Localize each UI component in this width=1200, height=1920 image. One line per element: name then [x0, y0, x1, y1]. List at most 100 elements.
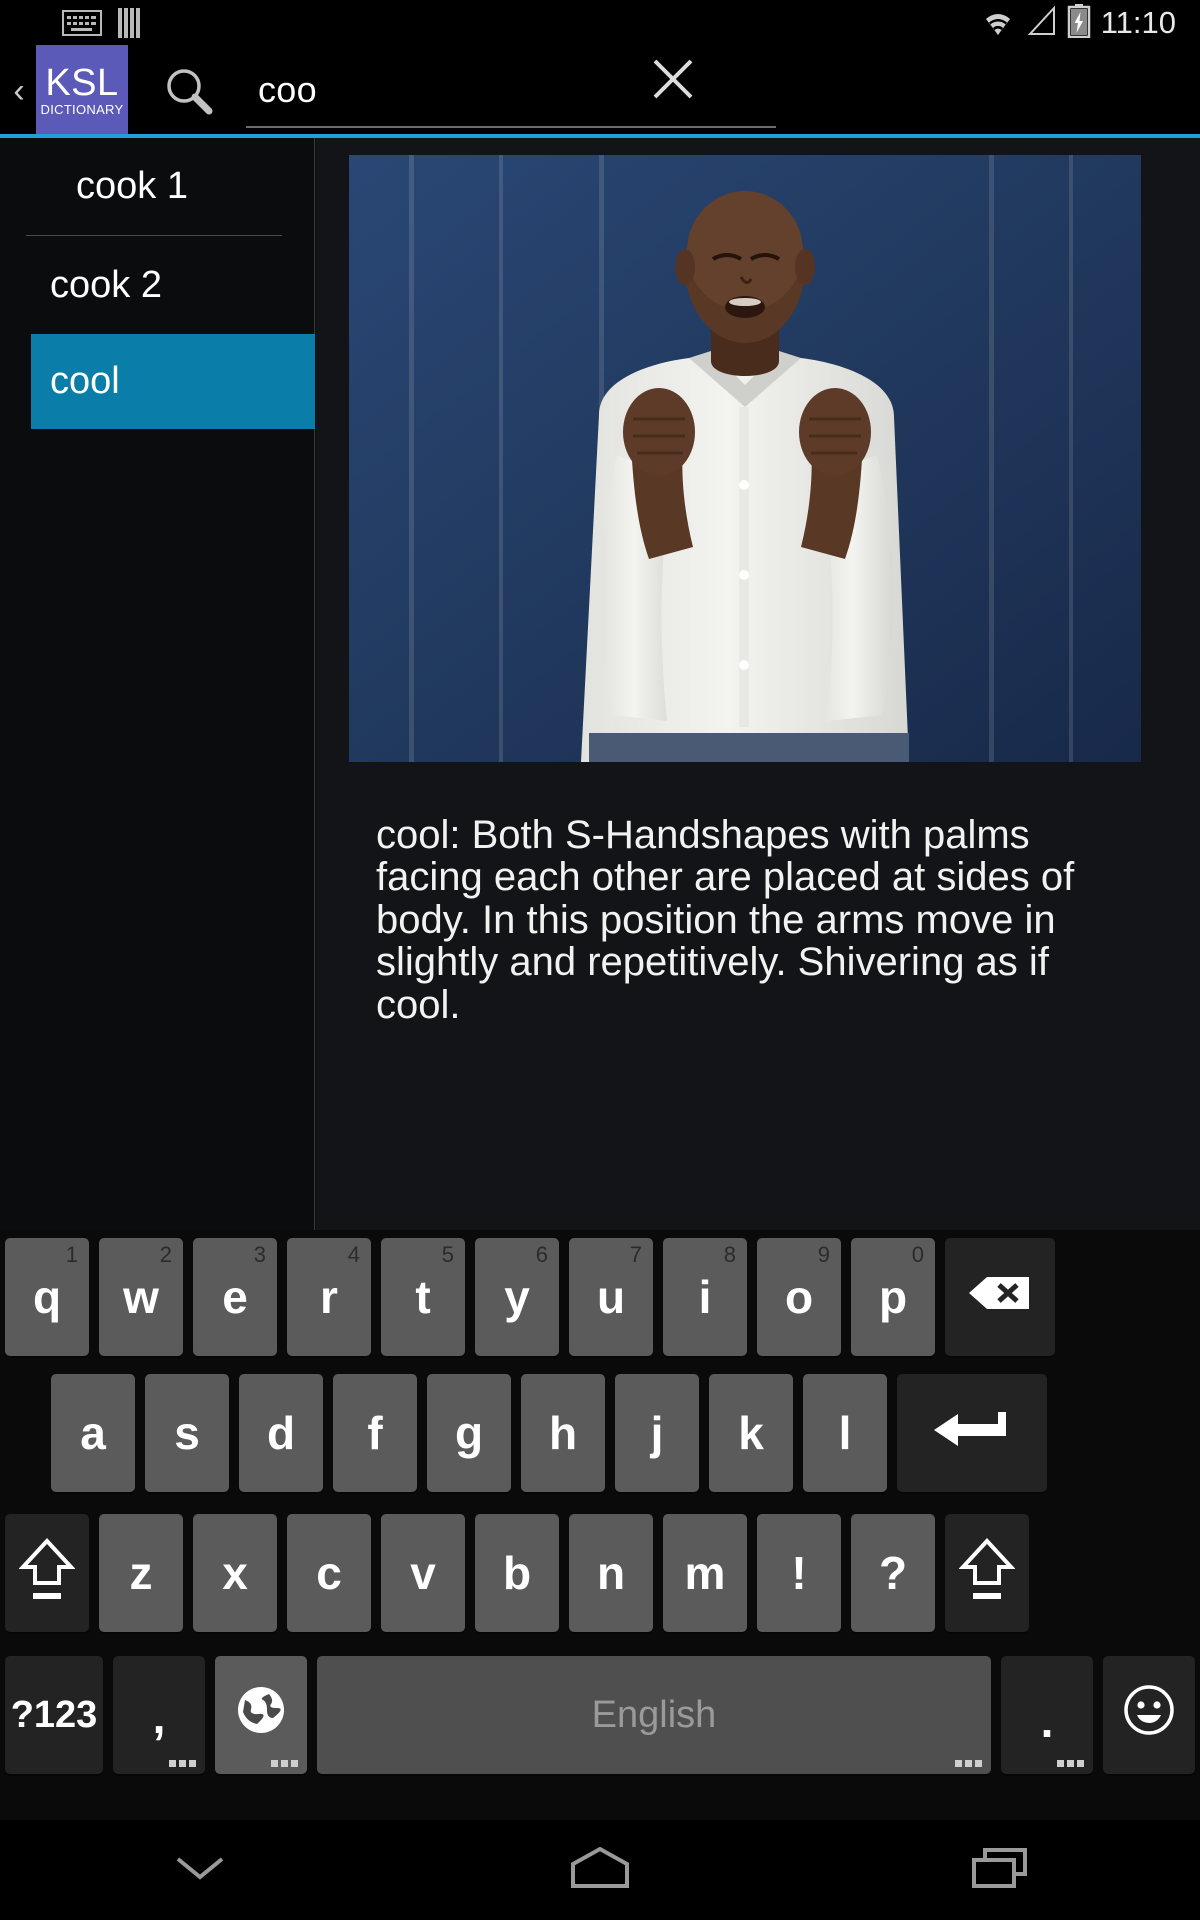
nav-hide-keyboard-button[interactable]: [115, 1820, 285, 1920]
main-content: cook 1 cook 2 cool cool: Both S-Handshap…: [0, 138, 1200, 1230]
key-y[interactable]: 6 y: [475, 1238, 559, 1356]
key-emoji[interactable]: [1103, 1656, 1195, 1774]
key-label: f: [367, 1407, 383, 1459]
home-icon: [569, 1846, 631, 1895]
signal-bars-icon: [118, 8, 140, 38]
key-z[interactable]: z: [99, 1514, 183, 1632]
key-number-label: 5: [441, 1242, 454, 1267]
status-bar-right-icons: 11:10: [979, 3, 1176, 43]
sign-language-video-frame: [349, 155, 1141, 762]
key-p[interactable]: 0 p: [851, 1238, 935, 1356]
sign-description: cool: Both S-Handshapes with palms facin…: [376, 813, 1075, 1027]
key-s[interactable]: s: [145, 1374, 229, 1492]
key-period[interactable]: .: [1001, 1656, 1093, 1774]
close-icon[interactable]: [646, 52, 700, 106]
key-shift-right[interactable]: [945, 1514, 1029, 1632]
key-k[interactable]: k: [709, 1374, 793, 1492]
sign-video-player[interactable]: [349, 155, 1141, 762]
key-label: p: [878, 1271, 908, 1323]
key-q[interactable]: 1 q: [5, 1238, 89, 1356]
key-f[interactable]: f: [333, 1374, 417, 1492]
key-label: !: [791, 1547, 807, 1599]
key-label: t: [415, 1271, 431, 1323]
list-item[interactable]: cook 2: [0, 236, 314, 334]
keyboard-row-2: a s d f g h j k l: [0, 1370, 1200, 1510]
key-label: y: [504, 1271, 530, 1323]
detail-pane: cool: Both S-Handshapes with palms facin…: [316, 138, 1200, 1230]
key-b[interactable]: b: [475, 1514, 559, 1632]
key-label: n: [596, 1547, 626, 1599]
hide-keyboard-chevron-icon: [172, 1851, 228, 1890]
key-label: ?123: [10, 1693, 98, 1736]
long-press-dots: [169, 1760, 196, 1767]
key-comma[interactable]: ,: [113, 1656, 205, 1774]
emoji-icon: [1121, 1682, 1177, 1749]
key-h[interactable]: h: [521, 1374, 605, 1492]
key-shift-left[interactable]: [5, 1514, 89, 1632]
system-navigation-bar: [0, 1820, 1200, 1920]
key-v[interactable]: v: [381, 1514, 465, 1632]
nav-recents-button[interactable]: [915, 1820, 1085, 1920]
search-icon[interactable]: [164, 66, 214, 116]
key-j[interactable]: j: [615, 1374, 699, 1492]
key-m[interactable]: m: [663, 1514, 747, 1632]
key-backspace[interactable]: [945, 1238, 1055, 1356]
key-question[interactable]: ?: [851, 1514, 935, 1632]
long-press-dots: [1057, 1760, 1084, 1767]
key-label: e: [222, 1271, 248, 1323]
key-r[interactable]: 4 r: [287, 1238, 371, 1356]
key-label: d: [266, 1407, 296, 1459]
key-label: l: [838, 1407, 852, 1459]
search-input-value: coo: [258, 69, 317, 110]
key-label: c: [316, 1547, 342, 1599]
on-screen-keyboard: 1 q 2 w 3 e 4 r 5 t 6 y 7 u 8 i 9 o 0 p …: [0, 1230, 1200, 1820]
key-o[interactable]: 9 o: [757, 1238, 841, 1356]
key-label: u: [596, 1271, 626, 1323]
key-language[interactable]: [215, 1656, 307, 1774]
enter-icon: [932, 1406, 1012, 1461]
app-logo[interactable]: KSL DICTIONARY: [36, 45, 128, 137]
key-symbols[interactable]: ?123: [5, 1656, 103, 1774]
nav-home-button[interactable]: [515, 1820, 685, 1920]
key-label: b: [502, 1547, 532, 1599]
key-a[interactable]: a: [51, 1374, 135, 1492]
keyboard-row-4: ?123 , English .: [0, 1650, 1200, 1790]
battery-charging-icon: [1067, 3, 1091, 43]
key-label: ?: [878, 1547, 908, 1599]
keyboard-row-3: z x c v b n m ! ?: [0, 1510, 1200, 1650]
key-d[interactable]: d: [239, 1374, 323, 1492]
key-label: a: [80, 1407, 106, 1459]
key-number-label: 9: [817, 1242, 830, 1267]
key-number-label: 3: [253, 1242, 266, 1267]
key-number-label: 4: [347, 1242, 360, 1267]
list-item[interactable]: cook 1: [26, 138, 282, 236]
key-i[interactable]: 8 i: [663, 1238, 747, 1356]
status-bar: 11:10: [0, 0, 1200, 46]
back-button[interactable]: ‹: [4, 74, 34, 108]
long-press-dots: [271, 1760, 298, 1767]
key-label: v: [410, 1547, 436, 1599]
list-item-label: cook 1: [76, 165, 188, 207]
app-logo-subtitle: DICTIONARY: [40, 102, 124, 118]
key-e[interactable]: 3 e: [193, 1238, 277, 1356]
key-g[interactable]: g: [427, 1374, 511, 1492]
key-enter[interactable]: [897, 1374, 1047, 1492]
list-item-selected[interactable]: cool: [31, 334, 315, 429]
keyboard-icon: [62, 10, 102, 36]
key-label: k: [738, 1407, 764, 1459]
key-l[interactable]: l: [803, 1374, 887, 1492]
long-press-dots: [955, 1760, 982, 1767]
key-x[interactable]: x: [193, 1514, 277, 1632]
key-w[interactable]: 2 w: [99, 1238, 183, 1356]
key-exclamation[interactable]: !: [757, 1514, 841, 1632]
keyboard-row-1: 1 q 2 w 3 e 4 r 5 t 6 y 7 u 8 i 9 o 0 p: [0, 1230, 1200, 1370]
key-n[interactable]: n: [569, 1514, 653, 1632]
key-u[interactable]: 7 u: [569, 1238, 653, 1356]
key-space[interactable]: English: [317, 1656, 991, 1774]
key-c[interactable]: c: [287, 1514, 371, 1632]
key-t[interactable]: 5 t: [381, 1238, 465, 1356]
key-label: ,: [152, 1691, 166, 1743]
search-bar: coo: [164, 46, 1200, 136]
word-list-sidebar: cook 1 cook 2 cool: [0, 138, 315, 1230]
list-item-label: cool: [50, 360, 120, 402]
